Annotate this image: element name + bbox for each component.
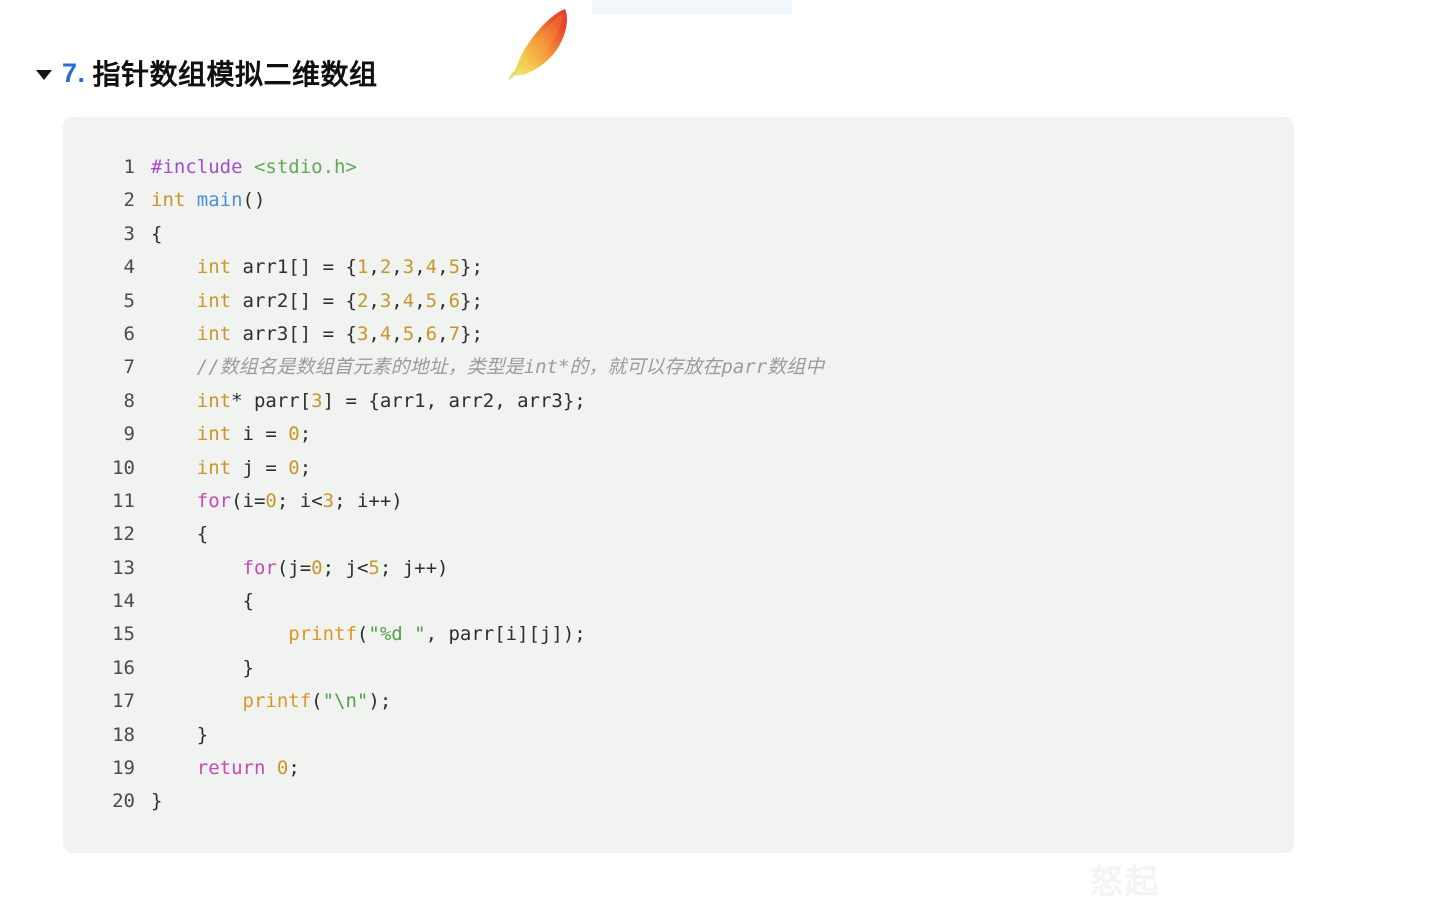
code-text[interactable]: } [151,785,162,818]
line-number: 18 [112,723,135,746]
code-line: 2 int main() [63,184,1294,217]
line-number: 9 [123,423,135,446]
code-text[interactable]: int arr3[] = {3,4,5,6,7}; [151,318,483,351]
code-text[interactable]: { [151,585,254,618]
code-text[interactable]: int i = 0; [151,418,311,451]
code-line: 19 return 0; [63,752,1294,785]
code-text[interactable]: for(i=0; i<3; i++) [151,485,403,518]
line-number: 10 [112,456,135,479]
code-line: 7 //数组名是数组首元素的地址，类型是int*的，就可以存放在parr数组中 [63,351,1294,384]
line-number: 17 [112,690,135,713]
code-line: 18 } [63,719,1294,752]
feather-icon [508,9,567,81]
code-line: 6 int arr3[] = {3,4,5,6,7}; [63,318,1294,351]
line-number: 16 [112,656,135,679]
code-text[interactable]: for(j=0; j<5; j++) [151,552,449,585]
code-block[interactable]: 1 #include <stdio.h> 2 int main() 3 { 4 … [63,117,1294,853]
line-number: 15 [112,623,135,646]
line-number: 5 [123,289,135,312]
code-line: 4 int arr1[] = {1,2,3,4,5}; [63,251,1294,284]
code-text[interactable]: int arr2[] = {2,3,4,5,6}; [151,285,483,318]
code-text[interactable]: return 0; [151,752,300,785]
watermark: 怒起 [1090,862,1160,901]
code-line: 9 int i = 0; [63,418,1294,451]
code-text[interactable]: { [151,218,162,251]
code-line: 3 { [63,218,1294,251]
code-line: 8 int* parr[3] = {arr1, arr2, arr3}; [63,385,1294,418]
line-number: 19 [112,757,135,780]
page-title: 指针数组模拟二维数组 [90,44,380,93]
code-text[interactable]: { [151,518,208,551]
code-line: 20 } [63,785,1294,818]
code-line: 15 printf("%d ", parr[i][j]); [63,618,1294,651]
triangle-down-icon[interactable] [36,70,52,80]
code-line: 10 int j = 0; [63,452,1294,485]
line-number: 13 [112,556,135,579]
code-text[interactable]: int j = 0; [151,452,311,485]
line-number: 6 [123,322,135,345]
code-text[interactable]: } [151,652,254,685]
code-text[interactable]: } [151,719,208,752]
code-line: 11 for(i=0; i<3; i++) [63,485,1294,518]
code-line: 12 { [63,518,1294,551]
line-number: 14 [112,590,135,613]
line-number: 7 [123,356,135,379]
code-comment[interactable]: //数组名是数组首元素的地址，类型是int*的，就可以存放在parr数组中 [151,351,824,384]
code-lines: 1 #include <stdio.h> 2 int main() 3 { 4 … [63,151,1294,819]
code-text[interactable]: int arr1[] = {1,2,3,4,5}; [151,251,483,284]
line-number: 2 [123,189,135,212]
code-text[interactable]: #include <stdio.h> [151,151,357,184]
line-number: 4 [123,256,135,279]
heading-number: 7. [62,57,86,88]
line-number: 12 [112,523,135,546]
line-number: 20 [112,790,135,813]
line-number: 1 [123,156,135,178]
code-line: 1 #include <stdio.h> [63,151,1294,184]
code-line: 14 { [63,585,1294,618]
code-line: 16 } [63,652,1294,685]
code-line: 5 int arr2[] = {2,3,4,5,6}; [63,285,1294,318]
line-number: 11 [112,489,135,512]
line-number: 3 [123,222,135,245]
code-text[interactable]: int main() [151,184,265,217]
top-highlight-band [592,0,792,14]
line-number: 8 [123,389,135,412]
section-heading[interactable]: 7. 指针数组模拟二维数组 [36,44,380,94]
code-text[interactable]: printf("%d ", parr[i][j]); [151,618,585,651]
code-text[interactable]: printf("\n"); [151,685,392,718]
code-line: 17 printf("\n"); [63,685,1294,718]
code-text[interactable]: int* parr[3] = {arr1, arr2, arr3}; [151,385,586,418]
code-line: 13 for(j=0; j<5; j++) [63,552,1294,585]
